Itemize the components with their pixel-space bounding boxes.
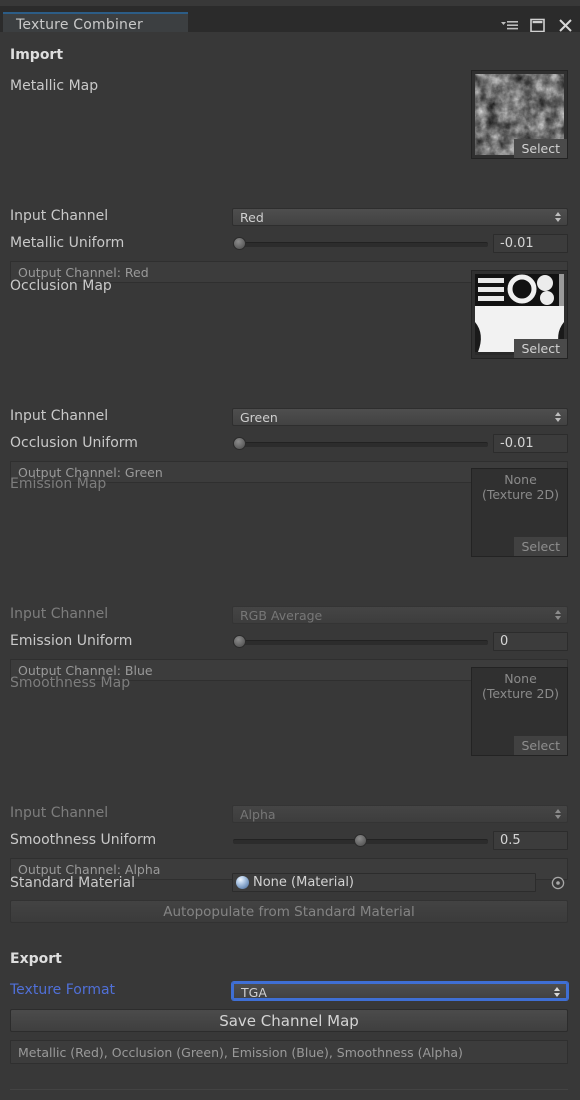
emission-input-channel-label: Input Channel (10, 606, 108, 622)
emission-map-none-line1: None (472, 472, 569, 487)
metallic-input-channel-label: Input Channel (10, 208, 108, 224)
metallic-uniform-value-field[interactable]: -0.01 (493, 234, 568, 253)
bottom-divider (10, 1089, 568, 1090)
smoothness-input-channel-label: Input Channel (10, 805, 108, 821)
slider-knob[interactable] (233, 237, 246, 250)
material-sphere-icon (236, 876, 249, 889)
standard-material-object-field[interactable]: None (Material) (232, 873, 536, 892)
smoothness-map-label: Smoothness Map (10, 675, 130, 691)
metallic-input-channel-value: Red (240, 210, 264, 225)
slider-track (233, 442, 488, 447)
smoothness-map-none-line1: None (472, 671, 569, 686)
occlusion-input-channel-dropdown[interactable]: Green (232, 408, 568, 426)
smoothness-map-select-button[interactable]: Select (514, 736, 567, 755)
target-picker-icon[interactable] (550, 873, 566, 892)
smoothness-map-none-line2: (Texture 2D) (472, 686, 569, 701)
chevron-updown-icon (554, 807, 562, 821)
texture-combiner-window: Texture Combiner (0, 0, 580, 1100)
smoothness-uniform-slider[interactable] (233, 832, 488, 850)
metallic-map-select-button[interactable]: Select (514, 139, 567, 158)
standard-material-value: None (Material) (253, 875, 354, 890)
slider-knob[interactable] (233, 635, 246, 648)
texture-format-label: Texture Format (10, 982, 115, 998)
emission-input-channel-dropdown[interactable]: RGB Average (232, 606, 568, 624)
window-titlebar: Texture Combiner (0, 6, 580, 32)
occlusion-uniform-slider[interactable] (233, 435, 488, 453)
occlusion-input-channel-label: Input Channel (10, 408, 108, 424)
occlusion-map-select-button[interactable]: Select (514, 339, 567, 358)
window-content: Import Metallic Map Select Input (0, 32, 580, 1100)
emission-uniform-slider[interactable] (233, 633, 488, 651)
occlusion-uniform-value-field[interactable]: -0.01 (493, 434, 568, 453)
chevron-updown-icon (554, 210, 562, 224)
occlusion-uniform-label: Occlusion Uniform (10, 435, 138, 451)
smoothness-input-channel-value: Alpha (240, 807, 276, 822)
import-heading: Import (10, 47, 63, 63)
smoothness-map-object-field[interactable]: None (Texture 2D) Select (471, 667, 568, 756)
emission-map-label: Emission Map (10, 476, 106, 492)
smoothness-uniform-label: Smoothness Uniform (10, 832, 156, 848)
slider-track (233, 242, 488, 247)
chevron-updown-icon (553, 985, 561, 999)
emission-input-channel-value: RGB Average (240, 608, 322, 623)
metallic-map-object-field[interactable]: Select (471, 70, 568, 159)
metallic-uniform-label: Metallic Uniform (10, 235, 124, 251)
window-title: Texture Combiner (16, 17, 143, 33)
metallic-input-channel-dropdown[interactable]: Red (232, 208, 568, 226)
autopopulate-button[interactable]: Autopopulate from Standard Material (10, 900, 568, 923)
save-channel-map-button[interactable]: Save Channel Map (10, 1009, 568, 1032)
standard-material-label: Standard Material (10, 875, 135, 891)
smoothness-uniform-value-field[interactable]: 0.5 (493, 831, 568, 850)
chevron-updown-icon (554, 608, 562, 622)
emission-uniform-label: Emission Uniform (10, 633, 132, 649)
emission-map-none-line2: (Texture 2D) (472, 487, 569, 502)
tab-accent-bar (3, 12, 188, 14)
occlusion-map-label: Occlusion Map (10, 278, 112, 294)
metallic-map-label: Metallic Map (10, 78, 98, 94)
texture-format-value: TGA (241, 985, 267, 1000)
slider-knob[interactable] (354, 834, 367, 847)
texture-format-dropdown[interactable]: TGA (232, 982, 568, 1000)
emission-map-select-button[interactable]: Select (514, 537, 567, 556)
slider-track (233, 640, 488, 645)
export-summary-box: Metallic (Red), Occlusion (Green), Emiss… (10, 1040, 568, 1064)
occlusion-input-channel-value: Green (240, 410, 278, 425)
occlusion-map-object-field[interactable]: Select (471, 270, 568, 359)
metallic-uniform-slider[interactable] (233, 235, 488, 253)
export-heading: Export (10, 951, 62, 967)
emission-map-object-field[interactable]: None (Texture 2D) Select (471, 468, 568, 557)
emission-uniform-value-field[interactable]: 0 (493, 632, 568, 651)
slider-knob[interactable] (233, 437, 246, 450)
smoothness-input-channel-dropdown[interactable]: Alpha (232, 805, 568, 823)
chevron-updown-icon (554, 410, 562, 424)
